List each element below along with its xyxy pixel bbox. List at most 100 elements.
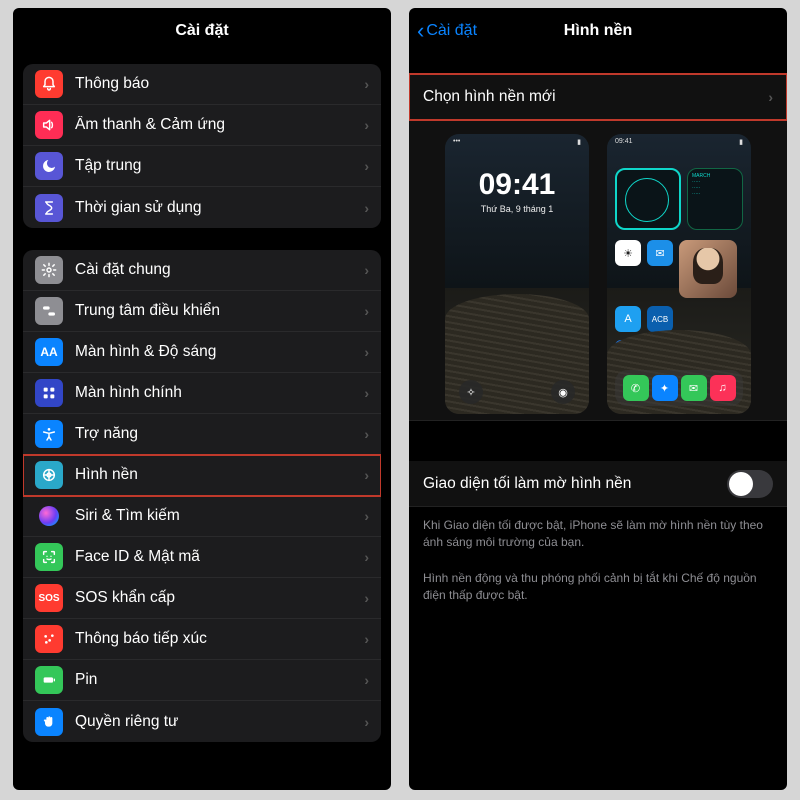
chevron-right-icon: ›: [364, 76, 369, 92]
moon-icon: [35, 152, 63, 180]
header: Cài đặt: [13, 8, 391, 54]
faceid-icon: [35, 543, 63, 571]
camera-icon: ◉: [551, 380, 575, 404]
chevron-right-icon: ›: [364, 508, 369, 524]
page-title: Cài đặt: [175, 22, 228, 40]
photo-widget: [679, 240, 737, 298]
settings-group: Cài đặt chung›Trung tâm điều khiển›AAMàn…: [23, 250, 381, 742]
gear-icon: [35, 256, 63, 284]
home-screen-preview[interactable]: 09:41▮ MARCH··············· ☀ ✉ A ACB f: [607, 134, 751, 414]
dim-wallpaper-row[interactable]: Giao diện tối làm mờ hình nền: [409, 461, 787, 507]
messages-icon: ✉: [681, 375, 707, 401]
battery-icon: [35, 666, 63, 694]
settings-row-switches[interactable]: Trung tâm điều khiển›: [23, 291, 381, 332]
settings-row-moon[interactable]: Tập trung›: [23, 146, 381, 187]
settings-row-sos[interactable]: SOS SOS khẩn cấp›: [23, 578, 381, 619]
settings-row-label: Siri & Tìm kiếm: [75, 507, 364, 525]
settings-row-label: Face ID & Mật mã: [75, 548, 364, 566]
back-label: Cài đặt: [426, 22, 477, 40]
settings-row-wallpaper[interactable]: Hình nền›: [23, 455, 381, 496]
chevron-right-icon: ›: [364, 672, 369, 688]
sos-icon: SOS: [35, 584, 63, 612]
chevron-right-icon: ›: [364, 631, 369, 647]
settings-row-speaker[interactable]: Âm thanh & Cảm ứng›: [23, 105, 381, 146]
chevron-right-icon: ›: [768, 89, 773, 105]
dock: ✆ ✦ ✉ ♫: [615, 370, 743, 406]
settings-row-label: Màn hình & Độ sáng: [75, 343, 364, 361]
settings-row-battery[interactable]: Pin›: [23, 660, 381, 701]
settings-row-label: Thời gian sử dụng: [75, 199, 364, 217]
settings-row-label: Trung tâm điều khiển: [75, 302, 364, 320]
music-icon: ♫: [710, 375, 736, 401]
settings-row-hand[interactable]: Quyền riêng tư›: [23, 701, 381, 742]
settings-row-label: Màn hình chính: [75, 384, 364, 402]
clock-widget: [615, 168, 681, 230]
siri-icon: [35, 502, 63, 530]
grid-icon: [35, 379, 63, 407]
wallpaper-screen: ‹ Cài đặt Hình nền Chọn hình nền mới › •…: [409, 8, 787, 790]
speaker-icon: [35, 111, 63, 139]
chevron-right-icon: ›: [364, 590, 369, 606]
settings-row-exposure[interactable]: Thông báo tiếp xúc›: [23, 619, 381, 660]
settings-row-bell[interactable]: Thông báo›: [23, 64, 381, 105]
status-bar: 09:41▮: [607, 134, 751, 150]
settings-row-text-size[interactable]: AAMàn hình & Độ sáng›: [23, 332, 381, 373]
hand-icon: [35, 708, 63, 736]
app-icon: ☀: [615, 240, 641, 266]
settings-row-label: Hình nền: [75, 466, 364, 484]
back-button[interactable]: ‹ Cài đặt: [417, 20, 477, 42]
phone-icon: ✆: [623, 375, 649, 401]
chevron-right-icon: ›: [364, 714, 369, 730]
settings-row-label: Pin: [75, 671, 364, 689]
footnote: Khi Giao diện tối được bật, iPhone sẽ là…: [409, 507, 787, 552]
chevron-right-icon: ›: [364, 200, 369, 216]
page-title: Hình nền: [564, 22, 632, 40]
lock-screen-preview[interactable]: •••▮ 09:41 Thứ Ba, 9 tháng 1 ✧ ◉: [445, 134, 589, 414]
settings-row-label: SOS khẩn cấp: [75, 589, 364, 607]
app-icon: ACB: [647, 306, 673, 332]
settings-row-label: Thông báo tiếp xúc: [75, 630, 364, 648]
chevron-right-icon: ›: [364, 426, 369, 442]
exposure-icon: [35, 625, 63, 653]
chevron-right-icon: ›: [364, 467, 369, 483]
chevron-right-icon: ›: [364, 158, 369, 174]
settings-group: Thông báo›Âm thanh & Cảm ứng›Tập trung›T…: [23, 64, 381, 228]
settings-row-label: Tập trung: [75, 157, 364, 175]
settings-row-faceid[interactable]: Face ID & Mật mã›: [23, 537, 381, 578]
settings-screen: Cài đặt Thông báo›Âm thanh & Cảm ứng›Tập…: [13, 8, 391, 790]
flashlight-icon: ✧: [459, 380, 483, 404]
header: ‹ Cài đặt Hình nền: [409, 8, 787, 54]
settings-row-label: Thông báo: [75, 75, 364, 93]
settings-row-label: Cài đặt chung: [75, 261, 364, 279]
chevron-right-icon: ›: [364, 262, 369, 278]
chevron-right-icon: ›: [364, 344, 369, 360]
choose-new-wallpaper-row[interactable]: Chọn hình nền mới ›: [409, 74, 787, 120]
dim-wallpaper-toggle[interactable]: [727, 470, 773, 498]
footnote: Hình nền động và thu phóng phối cảnh bị …: [409, 552, 787, 605]
settings-row-label: Âm thanh & Cảm ứng: [75, 116, 364, 134]
choose-new-wallpaper-label: Chọn hình nền mới: [423, 88, 768, 106]
chevron-right-icon: ›: [364, 303, 369, 319]
calendar-widget: MARCH···············: [687, 168, 743, 230]
app-icon: ✉: [647, 240, 673, 266]
bell-icon: [35, 70, 63, 98]
settings-row-gear[interactable]: Cài đặt chung›: [23, 250, 381, 291]
settings-list: Thông báo›Âm thanh & Cảm ứng›Tập trung›T…: [13, 54, 391, 764]
settings-row-accessibility[interactable]: Trợ năng›: [23, 414, 381, 455]
settings-row-siri[interactable]: Siri & Tìm kiếm›: [23, 496, 381, 537]
chevron-left-icon: ‹: [417, 20, 424, 42]
dim-wallpaper-label: Giao diện tối làm mờ hình nền: [423, 475, 727, 493]
lock-clock: 09:41 Thứ Ba, 9 tháng 1: [445, 168, 589, 214]
safari-icon: ✦: [652, 375, 678, 401]
switches-icon: [35, 297, 63, 325]
chevron-right-icon: ›: [364, 385, 369, 401]
settings-row-label: Trợ năng: [75, 425, 364, 443]
settings-row-hourglass[interactable]: Thời gian sử dụng›: [23, 187, 381, 228]
settings-row-grid[interactable]: Màn hình chính›: [23, 373, 381, 414]
settings-row-label: Quyền riêng tư: [75, 713, 364, 731]
hourglass-icon: [35, 194, 63, 222]
status-bar: •••▮: [445, 134, 589, 150]
chevron-right-icon: ›: [364, 549, 369, 565]
accessibility-icon: [35, 420, 63, 448]
wallpaper-icon: [35, 461, 63, 489]
